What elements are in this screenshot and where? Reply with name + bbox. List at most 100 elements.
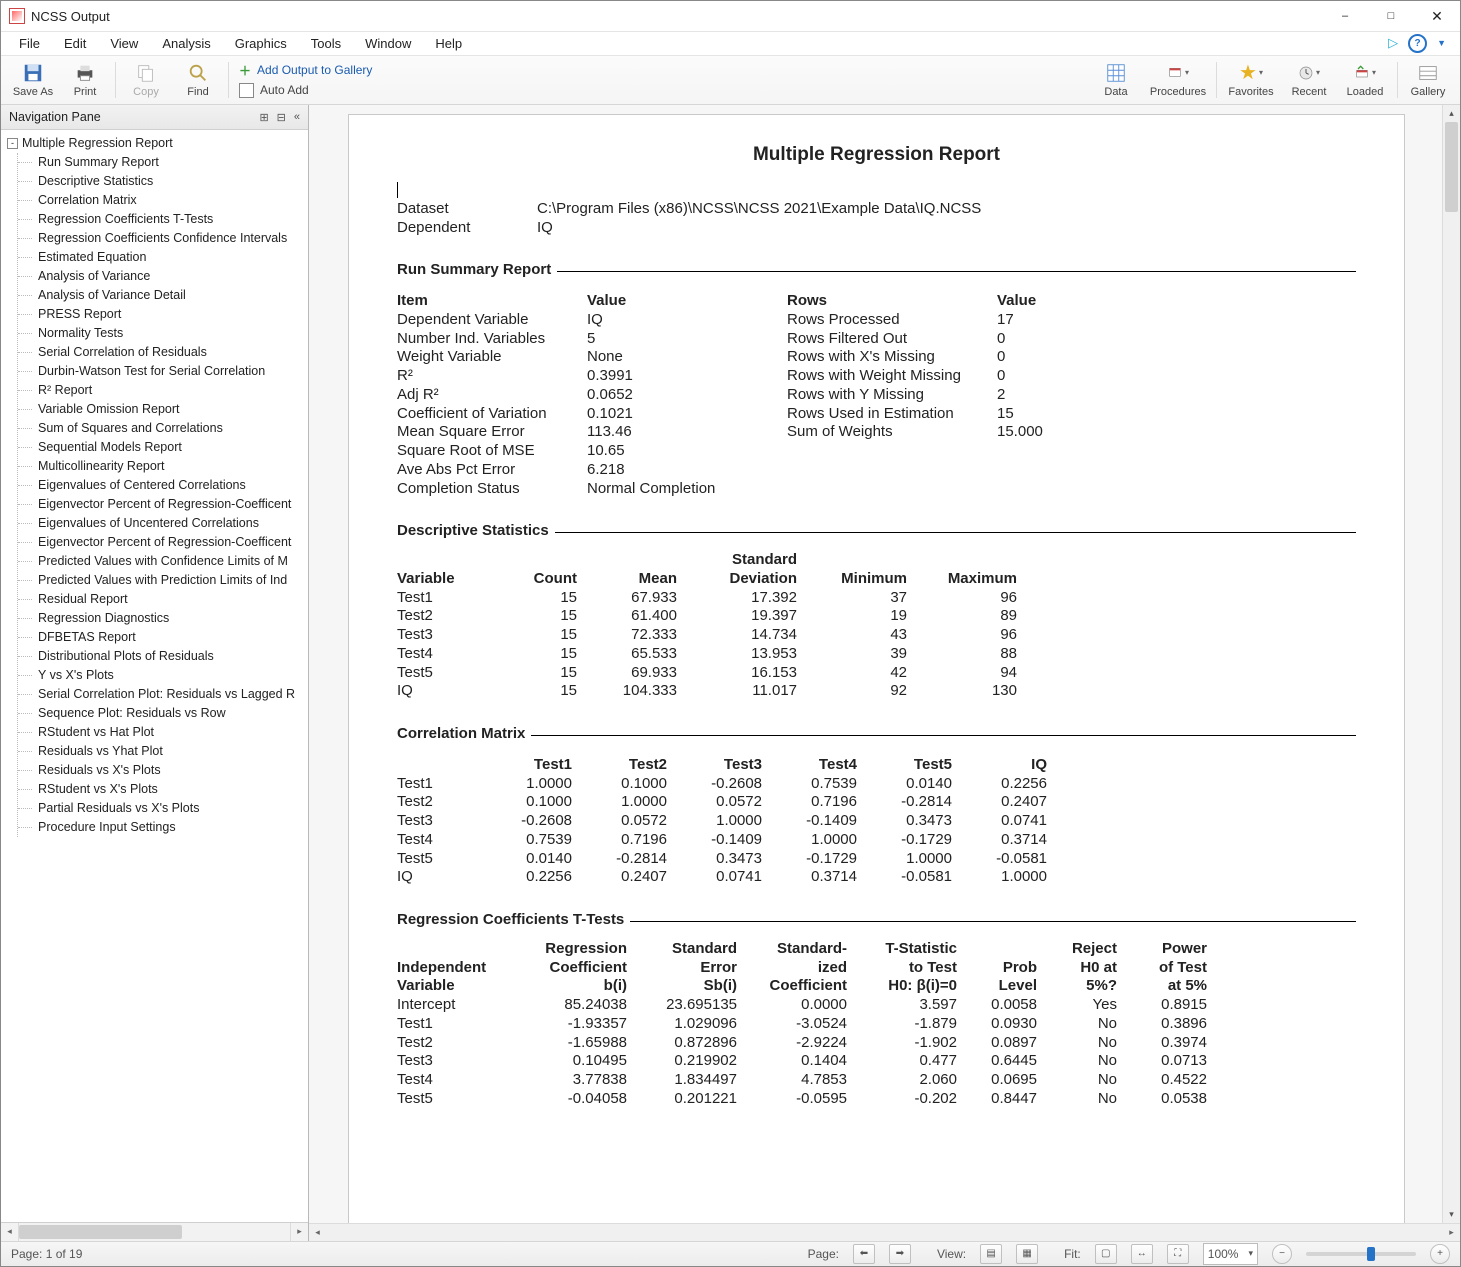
scroll-up-icon[interactable]: ▴ xyxy=(1443,105,1460,122)
fit-width-button[interactable]: ↔ xyxy=(1131,1244,1153,1264)
document-viewport[interactable]: Multiple Regression Report Dataset C:\Pr… xyxy=(309,105,1460,1222)
menu-analysis[interactable]: Analysis xyxy=(150,33,222,54)
play-icon[interactable]: ▷ xyxy=(1388,35,1398,51)
auto-add-checkbox[interactable]: Auto Add xyxy=(239,83,372,98)
add-output-to-gallery-button[interactable]: ＋ Add Output to Gallery xyxy=(239,62,372,79)
tree-item[interactable]: PRESS Report xyxy=(18,305,308,324)
tree-item[interactable]: Y vs X's Plots xyxy=(18,666,308,685)
maximize-button[interactable]: □ xyxy=(1368,1,1414,31)
procedures-button[interactable]: ▾ Procedures xyxy=(1144,56,1212,105)
print-button[interactable]: Print xyxy=(59,56,111,105)
tree-item[interactable]: Regression Diagnostics xyxy=(18,609,308,628)
tree-toggle-icon[interactable]: - xyxy=(7,138,18,149)
next-page-button[interactable]: ➡ xyxy=(889,1244,911,1264)
tree-item[interactable]: Distributional Plots of Residuals xyxy=(18,647,308,666)
expand-all-icon[interactable]: ⊞ xyxy=(259,111,268,124)
tree-item[interactable]: Analysis of Variance Detail xyxy=(18,286,308,305)
tree-item[interactable]: Predicted Values with Confidence Limits … xyxy=(18,552,308,571)
tree-item[interactable]: Regression Coefficients Confidence Inter… xyxy=(18,229,308,248)
clock-icon: ▾ xyxy=(1298,62,1320,84)
slider-thumb[interactable] xyxy=(1367,1247,1375,1261)
tree-item[interactable]: Variable Omission Report xyxy=(18,400,308,419)
zoom-slider[interactable] xyxy=(1306,1252,1416,1256)
app-window: NCSS Output – □ ✕ File Edit View Analysi… xyxy=(0,0,1461,1267)
scroll-left-icon[interactable]: ◂ xyxy=(1,1223,19,1241)
tree-item[interactable]: Durbin-Watson Test for Serial Correlatio… xyxy=(18,362,308,381)
scroll-right-icon[interactable]: ▸ xyxy=(1443,1224,1460,1241)
fit-page-button[interactable]: ▢ xyxy=(1095,1244,1117,1264)
scroll-right-icon[interactable]: ▸ xyxy=(290,1223,308,1241)
zoom-select[interactable]: 100%▾ xyxy=(1203,1243,1258,1265)
menu-edit[interactable]: Edit xyxy=(52,33,98,54)
scroll-down-icon[interactable]: ▾ xyxy=(1443,1206,1460,1223)
help-icon[interactable]: ? xyxy=(1408,34,1427,53)
favorites-button[interactable]: ★▾ Favorites xyxy=(1221,56,1281,105)
tree-item[interactable]: Eigenvalues of Uncentered Correlations xyxy=(18,514,308,533)
content-horizontal-scrollbar[interactable]: ◂ ▸ xyxy=(309,1223,1460,1241)
tree-item[interactable]: Eigenvalues of Centered Correlations xyxy=(18,476,308,495)
tree-item[interactable]: Sequence Plot: Residuals vs Row xyxy=(18,704,308,723)
collapse-all-icon[interactable]: ⊟ xyxy=(277,111,286,124)
vertical-scrollbar[interactable]: ▴ ▾ xyxy=(1442,105,1460,1222)
tree-item[interactable]: Estimated Equation xyxy=(18,248,308,267)
tree-item[interactable]: Procedure Input Settings xyxy=(18,818,308,837)
tree-item[interactable]: Sequential Models Report xyxy=(18,438,308,457)
save-as-button[interactable]: Save As xyxy=(7,56,59,105)
titlebar: NCSS Output – □ ✕ xyxy=(1,1,1460,32)
tree-item[interactable]: Residuals vs Yhat Plot xyxy=(18,742,308,761)
tree-item[interactable]: Multicollinearity Report xyxy=(18,457,308,476)
tree-item[interactable]: Eigenvector Percent of Regression-Coeffi… xyxy=(18,495,308,514)
tree-item[interactable]: Serial Correlation Plot: Residuals vs La… xyxy=(18,685,308,704)
close-button[interactable]: ✕ xyxy=(1414,1,1460,31)
menu-help[interactable]: Help xyxy=(423,33,474,54)
copy-button[interactable]: Copy xyxy=(120,56,172,105)
tree-item[interactable]: Residual Report xyxy=(18,590,308,609)
scroll-left-icon[interactable]: ◂ xyxy=(309,1224,326,1241)
chevron-down-icon: ▾ xyxy=(1248,1248,1253,1259)
menu-tools[interactable]: Tools xyxy=(299,33,353,54)
gallery-button[interactable]: Gallery xyxy=(1402,56,1454,105)
zoom-out-button[interactable]: − xyxy=(1272,1244,1292,1264)
view-single-button[interactable]: ▤ xyxy=(980,1244,1002,1264)
tree-item[interactable]: Serial Correlation of Residuals xyxy=(18,343,308,362)
tree-item[interactable]: DFBETAS Report xyxy=(18,628,308,647)
nav-horizontal-scrollbar[interactable]: ◂ ▸ xyxy=(1,1222,308,1241)
tree-item[interactable]: Descriptive Statistics xyxy=(18,172,308,191)
tree-item[interactable]: Normality Tests xyxy=(18,324,308,343)
section-correlation: Correlation Matrix xyxy=(397,725,1356,744)
tree-item[interactable]: Regression Coefficients T-Tests xyxy=(18,210,308,229)
tree-item[interactable]: Eigenvector Percent of Regression-Coeffi… xyxy=(18,533,308,552)
app-icon xyxy=(9,8,25,24)
tree-item[interactable]: Run Summary Report xyxy=(18,153,308,172)
minimize-button[interactable]: – xyxy=(1322,1,1368,31)
tree-item[interactable]: Sum of Squares and Correlations xyxy=(18,419,308,438)
tree-item[interactable]: Residuals vs X's Plots xyxy=(18,761,308,780)
tree-item[interactable]: RStudent vs X's Plots xyxy=(18,780,308,799)
loaded-button[interactable]: ▾ Loaded xyxy=(1337,56,1393,105)
menu-graphics[interactable]: Graphics xyxy=(223,33,299,54)
menu-window[interactable]: Window xyxy=(353,33,423,54)
tree-item[interactable]: Predicted Values with Prediction Limits … xyxy=(18,571,308,590)
fit-full-button[interactable]: ⛶ xyxy=(1167,1244,1189,1264)
scrollbar-thumb[interactable] xyxy=(19,1225,182,1239)
collapse-pane-icon[interactable]: « xyxy=(294,111,300,124)
menu-file[interactable]: File xyxy=(7,33,52,54)
tree-item[interactable]: Correlation Matrix xyxy=(18,191,308,210)
tree-item[interactable]: Analysis of Variance xyxy=(18,267,308,286)
tree-item[interactable]: R² Report xyxy=(18,381,308,400)
find-button[interactable]: Find xyxy=(172,56,224,105)
navigation-tree[interactable]: - Multiple Regression Report Run Summary… xyxy=(1,130,308,1221)
tree-root[interactable]: - Multiple Regression Report xyxy=(7,134,308,153)
menu-dropdown-icon[interactable]: ▼ xyxy=(1437,38,1446,48)
tree-item[interactable]: RStudent vs Hat Plot xyxy=(18,723,308,742)
view-multi-button[interactable]: ▦ xyxy=(1016,1244,1038,1264)
menu-view[interactable]: View xyxy=(98,33,150,54)
recent-button[interactable]: ▾ Recent xyxy=(1281,56,1337,105)
section-run-summary: Run Summary Report xyxy=(397,261,1356,280)
copy-icon xyxy=(135,62,157,84)
prev-page-button[interactable]: ⬅ xyxy=(853,1244,875,1264)
scrollbar-thumb[interactable] xyxy=(1445,122,1458,212)
zoom-in-button[interactable]: + xyxy=(1430,1244,1450,1264)
data-button[interactable]: Data xyxy=(1088,56,1144,105)
tree-item[interactable]: Partial Residuals vs X's Plots xyxy=(18,799,308,818)
